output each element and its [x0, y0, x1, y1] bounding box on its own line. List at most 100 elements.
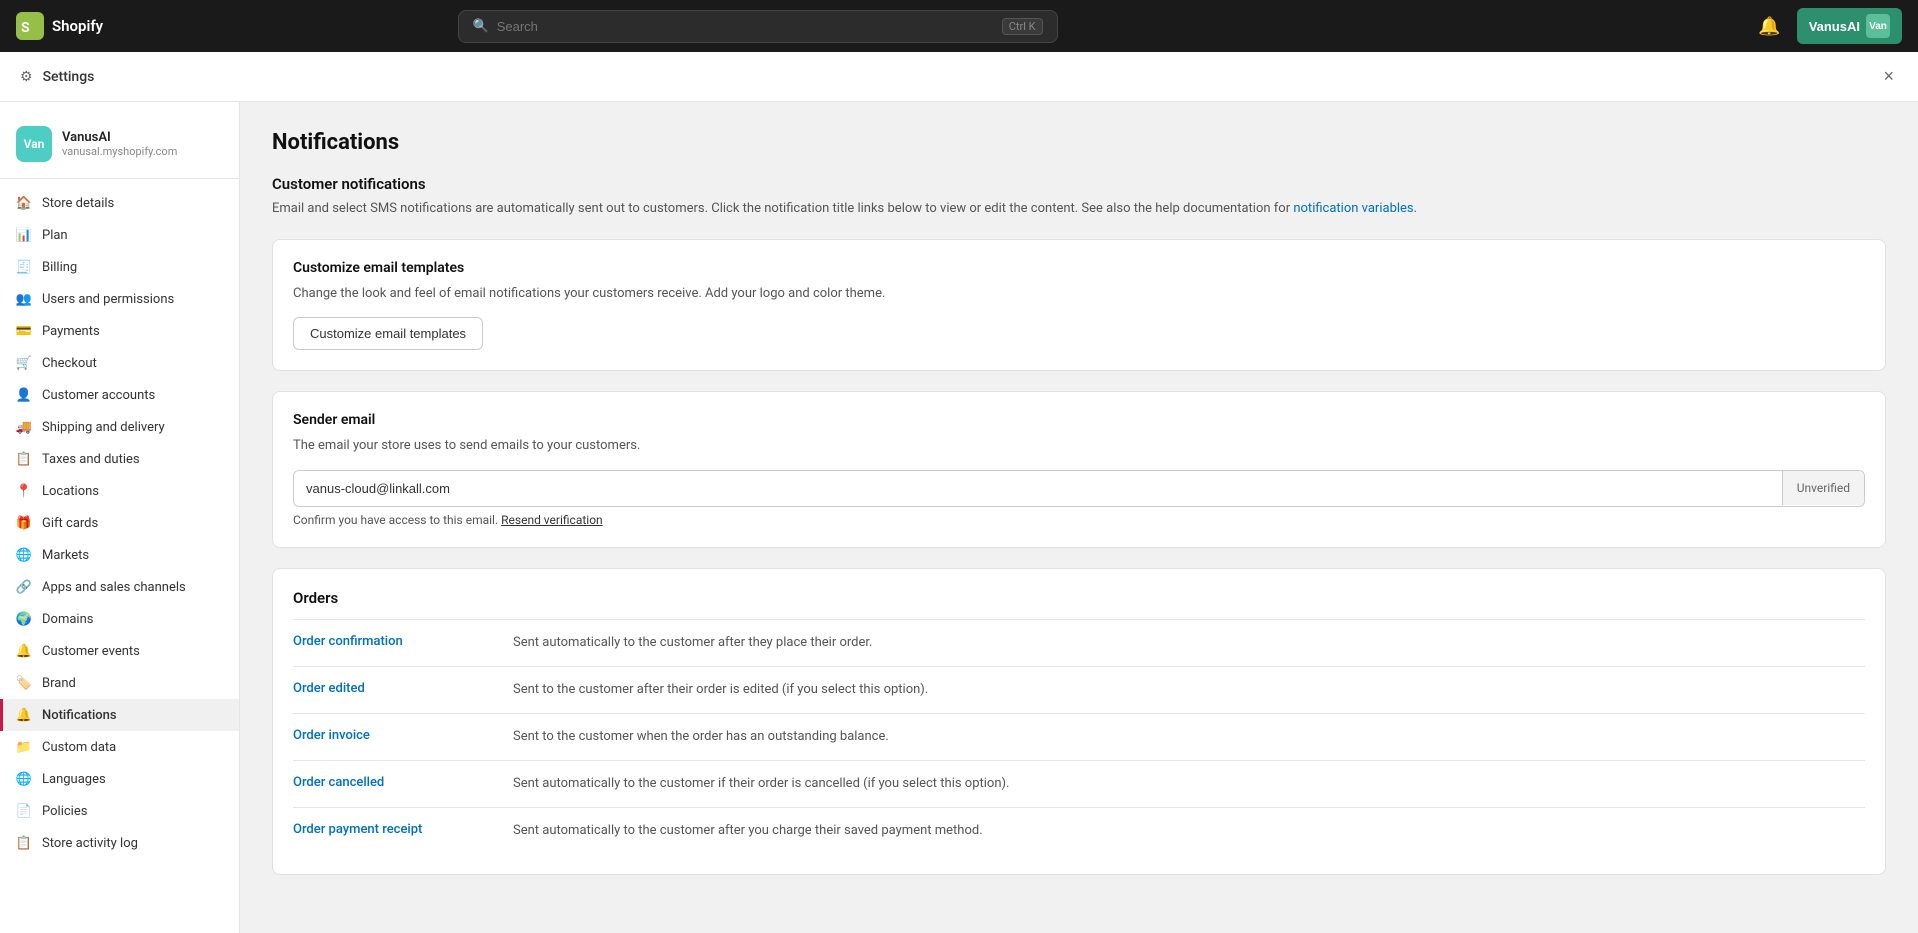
sidebar-item-brand[interactable]: 🏷️ Brand [0, 667, 239, 699]
languages-icon: 🌐 [16, 771, 32, 787]
customer-accounts-icon: 👤 [16, 387, 32, 403]
sidebar-item-languages[interactable]: 🌐 Languages [0, 763, 239, 795]
main-content-panel: Notifications Customer notifications Ema… [240, 102, 1918, 933]
top-navigation: S shopify 🔍 Ctrl K 🔔 VanusAI Van [0, 0, 1918, 52]
sender-email-title: Sender email [293, 412, 1865, 428]
store-details-icon: 🏠 [16, 195, 32, 211]
customize-email-desc: Change the look and feel of email notifi… [293, 284, 1865, 304]
customize-email-card: Customize email templates Change the loo… [272, 239, 1886, 372]
gift-cards-icon: 🎁 [16, 515, 32, 531]
order-row-invoice: Order invoice Sent to the customer when … [293, 713, 1865, 760]
order-cancelled-desc: Sent automatically to the customer if th… [513, 775, 1009, 793]
customize-email-title: Customize email templates [293, 260, 1865, 276]
unverified-badge: Unverified [1782, 471, 1864, 505]
order-invoice-desc: Sent to the customer when the order has … [513, 728, 889, 746]
shopify-logo: S shopify [16, 12, 103, 40]
customer-notifications-intro: Customer notifications Email and select … [272, 175, 1886, 219]
window-header: ⚙ Settings × [0, 52, 1918, 102]
order-row-edited: Order edited Sent to the customer after … [293, 666, 1865, 713]
sidebar-item-plan[interactable]: 📊 Plan [0, 219, 239, 251]
sidebar-item-checkout[interactable]: 🛒 Checkout [0, 347, 239, 379]
order-edited-link[interactable]: Order edited [293, 681, 493, 696]
store-avatar: Van [16, 126, 52, 162]
sidebar-item-store-activity-log[interactable]: 📋 Store activity log [0, 827, 239, 859]
resend-verification-link[interactable]: Resend verification [501, 513, 603, 527]
orders-heading: Orders [293, 589, 1865, 607]
email-field[interactable] [294, 471, 1782, 506]
verify-text: Confirm you have access to this email. R… [293, 513, 1865, 527]
sidebar-item-customer-events[interactable]: 🔔 Customer events [0, 635, 239, 667]
order-row-payment-receipt: Order payment receipt Sent automatically… [293, 807, 1865, 854]
orders-section: Orders Order confirmation Sent automatic… [272, 568, 1886, 876]
sidebar-item-policies[interactable]: 📄 Policies [0, 795, 239, 827]
customer-notifications-desc: Email and select SMS notifications are a… [272, 199, 1886, 219]
order-invoice-link[interactable]: Order invoice [293, 728, 493, 743]
markets-icon: 🌐 [16, 547, 32, 563]
order-edited-desc: Sent to the customer after their order i… [513, 681, 928, 699]
payments-icon: 💳 [16, 323, 32, 339]
sender-email-card: Sender email The email your store uses t… [272, 391, 1886, 548]
settings-gear-icon: ⚙ [20, 69, 33, 85]
shopify-logo-icon: S [16, 12, 44, 40]
sidebar-item-notifications[interactable]: 🔔 Notifications ④ [0, 699, 239, 731]
sidebar-item-domains[interactable]: 🌍 Domains [0, 603, 239, 635]
order-row-cancelled: Order cancelled Sent automatically to th… [293, 760, 1865, 807]
close-button[interactable]: × [1879, 66, 1898, 87]
sidebar-item-customer-accounts[interactable]: 👤 Customer accounts [0, 379, 239, 411]
notifications-bell-button[interactable]: 🔔 [1754, 12, 1784, 41]
sidebar-item-gift-cards[interactable]: 🎁 Gift cards [0, 507, 239, 539]
order-payment-receipt-desc: Sent automatically to the customer after… [513, 822, 983, 840]
sidebar-item-shipping-delivery[interactable]: 🚚 Shipping and delivery [0, 411, 239, 443]
checkout-icon: 🛒 [16, 355, 32, 371]
activity-log-icon: 📋 [16, 835, 32, 851]
sidebar-item-custom-data[interactable]: 📁 Custom data [0, 731, 239, 763]
content-area: Van VanusAI vanusal.myshopify.com 🏠 Stor… [0, 102, 1918, 933]
apps-icon: 🔗 [16, 579, 32, 595]
order-cancelled-link[interactable]: Order cancelled [293, 775, 493, 790]
locations-icon: 📍 [16, 483, 32, 499]
store-details: VanusAI vanusal.myshopify.com [62, 130, 177, 158]
email-input-wrapper: Unverified [293, 470, 1865, 507]
sidebar-item-locations[interactable]: 📍 Locations [0, 475, 239, 507]
order-payment-receipt-link[interactable]: Order payment receipt [293, 822, 493, 837]
sidebar-item-users-permissions[interactable]: 👥 Users and permissions [0, 283, 239, 315]
order-confirmation-link[interactable]: Order confirmation [293, 634, 493, 649]
search-icon: 🔍 [473, 19, 489, 34]
page-title: Notifications [272, 130, 1886, 155]
store-info: Van VanusAI vanusal.myshopify.com [0, 118, 239, 179]
notifications-nav-icon: 🔔 [16, 707, 32, 723]
brand-icon: 🏷️ [16, 675, 32, 691]
taxes-icon: 📋 [16, 451, 32, 467]
store-url: vanusal.myshopify.com [62, 145, 177, 158]
sidebar-item-payments[interactable]: 💳 Payments [0, 315, 239, 347]
policies-icon: 📄 [16, 803, 32, 819]
users-icon: 👥 [16, 291, 32, 307]
billing-icon: 🧾 [16, 259, 32, 275]
custom-data-icon: 📁 [16, 739, 32, 755]
user-name-label: VanusAI [1809, 19, 1860, 34]
sidebar-item-taxes-duties[interactable]: 📋 Taxes and duties [0, 443, 239, 475]
shipping-icon: 🚚 [16, 419, 32, 435]
customize-email-button[interactable]: Customize email templates [293, 317, 483, 350]
user-menu-button[interactable]: VanusAI Van [1797, 8, 1902, 44]
sidebar-item-apps-sales-channels[interactable]: 🔗 Apps and sales channels [0, 571, 239, 603]
notification-variables-link[interactable]: notification variables [1293, 201, 1413, 216]
sender-email-desc: The email your store uses to send emails… [293, 436, 1865, 456]
settings-sidebar: Van VanusAI vanusal.myshopify.com 🏠 Stor… [0, 102, 240, 933]
shopify-wordmark: shopify [52, 17, 103, 35]
search-shortcut-badge: Ctrl K [1002, 18, 1043, 35]
svg-text:S: S [21, 20, 30, 36]
plan-icon: 📊 [16, 227, 32, 243]
domains-icon: 🌍 [16, 611, 32, 627]
sidebar-item-billing[interactable]: 🧾 Billing [0, 251, 239, 283]
sidebar-item-markets[interactable]: 🌐 Markets [0, 539, 239, 571]
avatar: Van [1866, 14, 1890, 38]
topnav-right: 🔔 VanusAI Van [1754, 8, 1902, 44]
settings-window: ⚙ Settings × Van VanusAI vanusal.myshopi… [0, 52, 1918, 933]
sidebar-item-store-details[interactable]: 🏠 Store details [0, 187, 239, 219]
search-input[interactable] [497, 19, 994, 34]
bell-icon: 🔔 [1758, 16, 1780, 36]
store-name: VanusAI [62, 130, 177, 145]
order-confirmation-desc: Sent automatically to the customer after… [513, 634, 872, 652]
search-container: 🔍 Ctrl K [458, 10, 1058, 43]
